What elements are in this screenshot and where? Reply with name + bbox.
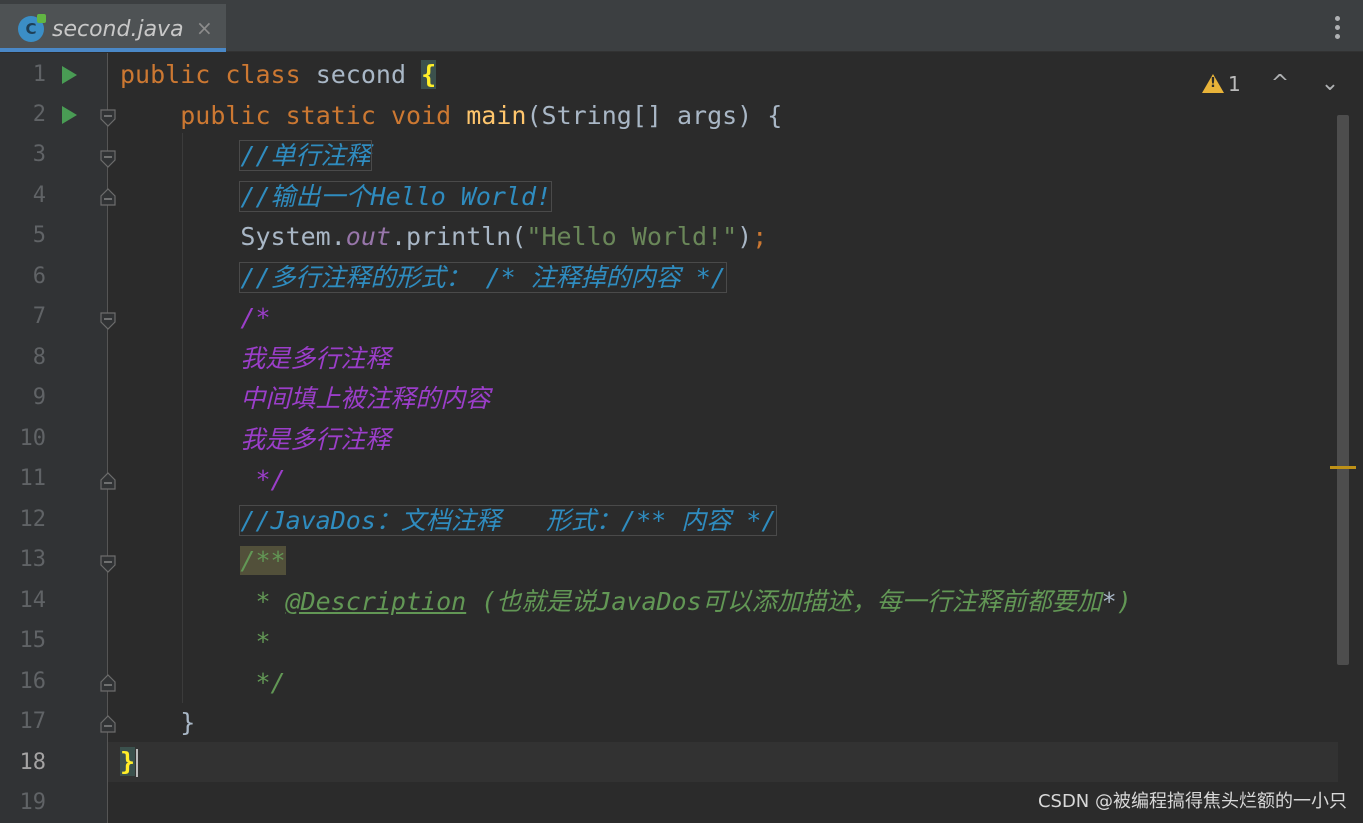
keyword: public bbox=[180, 101, 271, 130]
keyword: class bbox=[225, 60, 301, 89]
close-icon[interactable]: × bbox=[196, 14, 213, 42]
javadoc-tag[interactable]: @Description bbox=[286, 587, 467, 616]
semicolon: ; bbox=[752, 222, 768, 251]
warning-count: 1 bbox=[1228, 72, 1241, 96]
code-line-11: */ bbox=[120, 460, 286, 500]
line-number: 14 bbox=[19, 588, 47, 613]
closing-brace: } bbox=[180, 708, 196, 737]
javadoc-comment: /** bbox=[240, 546, 286, 575]
tab-title: second.java bbox=[52, 17, 184, 42]
javadoc-star: * bbox=[1101, 587, 1117, 616]
block-comment: 我是多行注释 bbox=[240, 344, 391, 373]
javadoc-comment: (也就是说JavaDos可以添加描述，每一行注释前都要加 bbox=[466, 587, 1102, 616]
method-params: (String[] args) { bbox=[526, 101, 783, 130]
line-comment: //多行注释的形式： /* 注释掉的内容 */ bbox=[239, 262, 727, 293]
java-class-icon bbox=[18, 14, 46, 42]
line-number: 1 bbox=[32, 62, 46, 87]
code-line-4: //输出一个Hello World! bbox=[120, 177, 553, 217]
javadoc-comment: */ bbox=[240, 668, 286, 697]
line-number: 19 bbox=[19, 790, 47, 815]
inspection-widget[interactable]: 1 bbox=[1202, 70, 1241, 98]
line-number: 8 bbox=[32, 345, 46, 370]
block-comment: 中间填上被注释的内容 bbox=[240, 384, 491, 413]
keyword: public bbox=[120, 60, 211, 89]
string-literal: "Hello World!" bbox=[526, 222, 738, 251]
text-caret bbox=[136, 749, 139, 777]
vertical-scrollbar[interactable] bbox=[1337, 115, 1349, 665]
code-line-12: //JavaDos：文档注释 形式：/** 内容 */ bbox=[120, 501, 778, 541]
javadoc-comment: * bbox=[240, 587, 286, 616]
code-line-1: public class second { bbox=[120, 55, 437, 95]
line-number: 13 bbox=[19, 547, 47, 572]
line-number: 12 bbox=[19, 507, 47, 532]
line-number: 2 bbox=[32, 102, 46, 127]
code-text: ) bbox=[737, 222, 753, 251]
chevron-up-icon[interactable]: ^ bbox=[1266, 70, 1294, 98]
current-line-highlight bbox=[108, 742, 1338, 782]
line-number: 4 bbox=[32, 183, 46, 208]
warning-icon bbox=[1202, 74, 1224, 93]
line-number: 17 bbox=[19, 709, 47, 734]
class-name: second bbox=[315, 60, 407, 89]
run-main-icon[interactable] bbox=[62, 106, 77, 124]
run-class-icon[interactable] bbox=[62, 66, 77, 84]
line-number: 7 bbox=[32, 304, 46, 329]
code-line-9: 中间填上被注释的内容 bbox=[120, 379, 490, 419]
code-line-2: public static void main(String[] args) { bbox=[120, 96, 782, 136]
static-field: out bbox=[345, 222, 391, 251]
line-number: 5 bbox=[32, 223, 46, 248]
line-comment: //单行注释 bbox=[239, 140, 372, 171]
code-line-10: 我是多行注释 bbox=[120, 420, 390, 460]
code-text: .println( bbox=[390, 222, 527, 251]
block-comment: /* bbox=[240, 303, 271, 332]
line-number: 16 bbox=[19, 669, 47, 694]
line-number: 3 bbox=[32, 142, 46, 167]
block-comment: */ bbox=[240, 465, 286, 494]
line-number: 10 bbox=[19, 426, 47, 451]
line-number: 15 bbox=[19, 628, 47, 653]
line-number: 6 bbox=[32, 264, 46, 289]
keyword: static bbox=[285, 101, 376, 130]
line-comment: //输出一个Hello World! bbox=[239, 181, 553, 212]
chevron-down-icon[interactable]: ⌄ bbox=[1316, 70, 1344, 98]
code-line-16: */ bbox=[120, 663, 286, 703]
code-line-8: 我是多行注释 bbox=[120, 339, 390, 379]
keyword: void bbox=[390, 101, 452, 130]
code-line-6: //多行注释的形式： /* 注释掉的内容 */ bbox=[120, 258, 727, 298]
javadoc-comment: * bbox=[240, 627, 271, 656]
code-line-3: //单行注释 bbox=[120, 136, 372, 176]
line-number: 9 bbox=[32, 385, 46, 410]
line-comment: //JavaDos：文档注释 形式：/** 内容 */ bbox=[239, 505, 778, 536]
code-line-18: } bbox=[120, 742, 139, 782]
code-line-14: * @Description (也就是说JavaDos可以添加描述，每一行注释前… bbox=[120, 582, 1132, 622]
brace-match: } bbox=[120, 747, 136, 776]
javadoc-comment: ) bbox=[1116, 587, 1132, 616]
code-text: System. bbox=[240, 222, 346, 251]
tab-second-java[interactable]: second.java × bbox=[0, 4, 226, 52]
block-comment: 我是多行注释 bbox=[240, 425, 391, 454]
more-options-icon[interactable] bbox=[1335, 16, 1341, 40]
code-line-17: } bbox=[120, 703, 195, 743]
line-number: 11 bbox=[19, 466, 47, 491]
code-editor[interactable]: public class second { public static void… bbox=[108, 53, 1363, 823]
code-line-5: System.out.println("Hello World!"); bbox=[120, 217, 767, 257]
brace-match: { bbox=[421, 60, 437, 89]
warning-stripe-marker[interactable] bbox=[1330, 466, 1356, 469]
code-line-15: * bbox=[120, 622, 271, 662]
line-number-active: 18 bbox=[19, 750, 47, 775]
code-line-7: /* bbox=[120, 298, 271, 338]
watermark: CSDN @被编程搞得焦头烂额的一小只 bbox=[1037, 791, 1347, 812]
editor-tab-bar: second.java × bbox=[0, 0, 1363, 52]
method-name: main bbox=[466, 101, 527, 130]
code-line-13: /** bbox=[120, 541, 286, 581]
